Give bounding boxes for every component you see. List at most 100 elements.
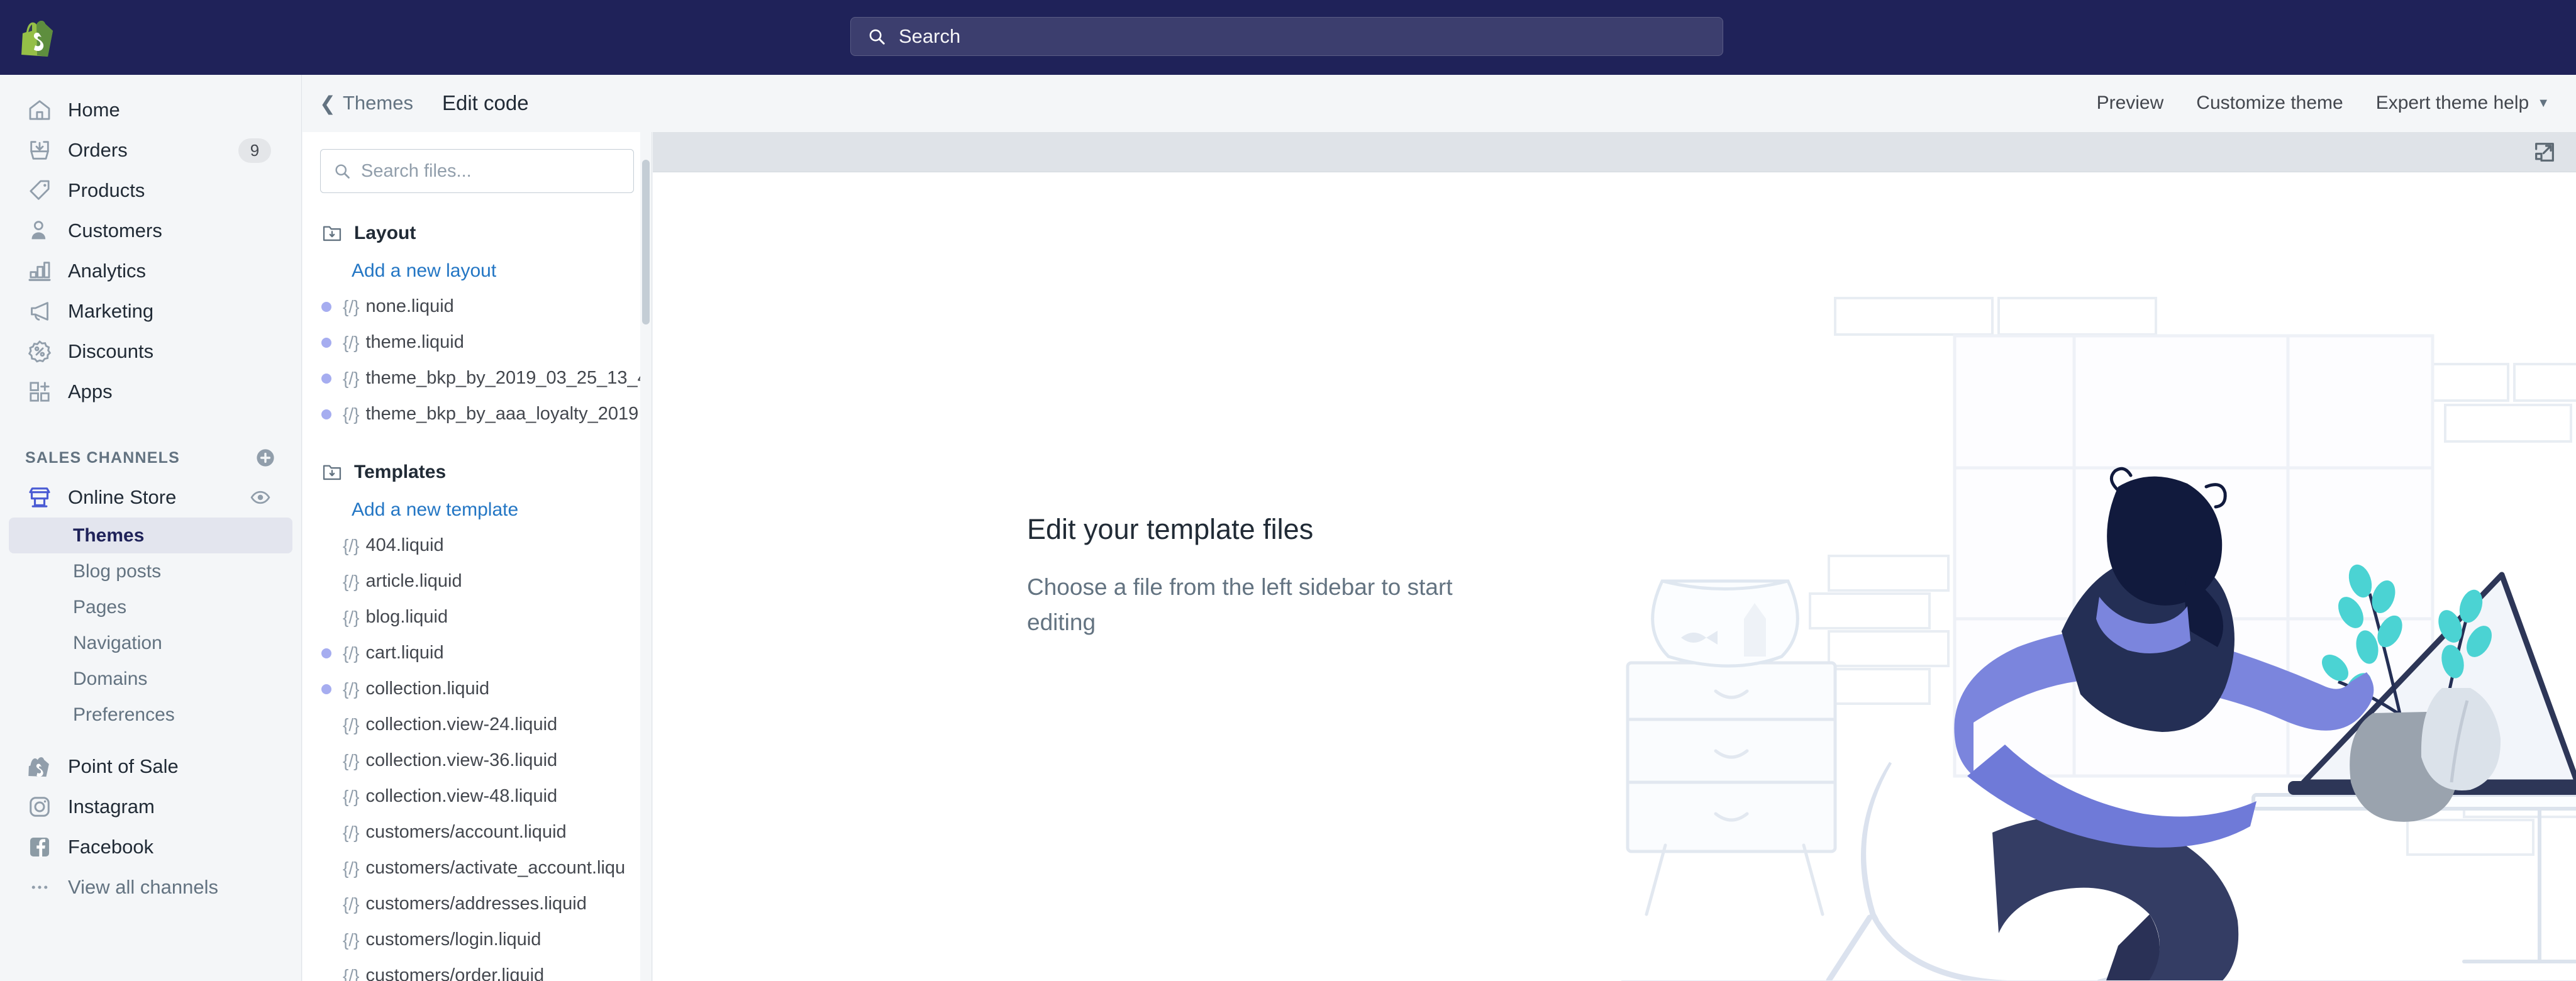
file-search-input[interactable]: Search files... <box>320 149 634 193</box>
chevron-left-icon: ❮ <box>319 92 336 114</box>
sidebar-item-facebook[interactable]: Facebook <box>9 827 292 867</box>
sidebar-item-point-of-sale[interactable]: Point of Sale <box>9 746 292 787</box>
file-row[interactable]: {/} customers/addresses.liquid <box>303 886 652 922</box>
folder-label: Layout <box>354 223 416 243</box>
sidebar-item-navigation[interactable]: Navigation <box>9 625 292 661</box>
modified-dot-icon <box>321 935 331 945</box>
modified-dot-icon <box>321 756 331 766</box>
file-row[interactable]: {/} customers/login.liquid <box>303 922 652 958</box>
percent-badge-icon <box>25 339 54 364</box>
sidebar-item-blog-posts[interactable]: Blog posts <box>9 553 292 589</box>
file-row[interactable]: {/} collection.view-36.liquid <box>303 743 652 779</box>
sales-channels-section-header: SALES CHANNELS <box>0 438 301 477</box>
file-name: collection.view-24.liquid <box>365 714 558 734</box>
shopify-bag-icon <box>21 20 53 57</box>
folder-layout[interactable]: Layout <box>303 214 652 253</box>
instagram-icon <box>25 795 54 819</box>
file-row[interactable]: {/} collection.view-24.liquid <box>303 707 652 743</box>
modified-dot-icon <box>321 899 331 909</box>
modified-dot-icon <box>321 373 331 384</box>
header-actions: Preview Customize theme Expert theme hel… <box>2097 92 2550 114</box>
liquid-file-icon: {/} <box>343 368 360 388</box>
file-row[interactable]: {/} article.liquid <box>303 563 652 599</box>
sidebar-item-view-all-channels[interactable]: View all channels <box>9 867 292 907</box>
chevron-down-icon: ▼ <box>2537 96 2550 110</box>
liquid-file-icon: {/} <box>343 929 360 950</box>
file-name: cart.liquid <box>365 643 444 663</box>
sidebar-item-label: Facebook <box>68 836 154 858</box>
sidebar-item-pages[interactable]: Pages <box>9 589 292 625</box>
file-row[interactable]: {/} theme_bkp_by_aaa_loyalty_2019 <box>303 396 652 432</box>
modified-dot-icon <box>321 720 331 730</box>
file-name: customers/addresses.liquid <box>365 894 587 914</box>
sidebar-item-products[interactable]: Products <box>9 170 292 211</box>
file-row[interactable]: {/} theme.liquid <box>303 324 652 360</box>
sidebar-subitem-label: Blog posts <box>73 560 162 582</box>
sidebar-subitem-label: Themes <box>73 524 145 546</box>
file-name: customers/account.liquid <box>365 822 567 842</box>
sidebar-item-discounts[interactable]: Discounts <box>9 331 292 372</box>
file-row[interactable]: {/} customers/account.liquid <box>303 814 652 850</box>
tag-icon <box>25 178 54 203</box>
liquid-file-icon: {/} <box>343 571 360 591</box>
eye-icon[interactable] <box>250 487 271 508</box>
breadcrumb-back-themes[interactable]: ❮ Themes <box>319 92 413 114</box>
plus-circle-icon[interactable] <box>255 447 276 468</box>
sidebar-item-home[interactable]: Home <box>9 90 292 130</box>
content-header: ❮ Themes Edit code Preview Customize the… <box>303 75 2576 131</box>
sidebar-item-orders[interactable]: Orders 9 <box>9 130 292 170</box>
liquid-file-icon: {/} <box>343 679 360 699</box>
file-row[interactable]: {/} customers/order.liquid <box>303 958 652 981</box>
customize-theme-button[interactable]: Customize theme <box>2196 92 2343 114</box>
file-row[interactable]: {/} collection.liquid <box>303 671 652 707</box>
file-pane-scrollbar[interactable] <box>640 132 652 981</box>
bar-chart-icon <box>25 258 54 284</box>
sidebar-item-label: Instagram <box>68 795 155 818</box>
sidebar-item-preferences[interactable]: Preferences <box>9 697 292 733</box>
file-name: customers/login.liquid <box>365 929 541 950</box>
sidebar-item-label: Orders <box>68 139 128 161</box>
add-new-template-link[interactable]: Add a new template <box>303 492 652 528</box>
sidebar-item-domains[interactable]: Domains <box>9 661 292 697</box>
sidebar-item-marketing[interactable]: Marketing <box>9 291 292 331</box>
file-row[interactable]: {/} cart.liquid <box>303 635 652 671</box>
sidebar-item-analytics[interactable]: Analytics <box>9 251 292 291</box>
sidebar-item-apps[interactable]: Apps <box>9 372 292 412</box>
file-row[interactable]: {/} 404.liquid <box>303 528 652 563</box>
empty-state-subtitle: Choose a file from the left sidebar to s… <box>1027 574 1453 635</box>
file-name: collection.view-48.liquid <box>365 786 558 806</box>
global-search-input[interactable]: Search <box>850 17 1723 56</box>
sidebar-item-themes[interactable]: Themes <box>9 518 292 553</box>
folder-templates[interactable]: Templates <box>303 453 652 492</box>
sidebar-item-instagram[interactable]: Instagram <box>9 787 292 827</box>
sidebar-item-label: View all channels <box>68 876 218 898</box>
folder-open-icon <box>321 224 343 243</box>
file-row[interactable]: {/} theme_bkp_by_2019_03_25_13_4 <box>303 360 652 396</box>
file-pane-scroll-thumb[interactable] <box>642 160 650 324</box>
liquid-file-icon: {/} <box>343 332 360 352</box>
shopify-pos-icon <box>25 755 54 779</box>
person-icon <box>25 218 54 243</box>
ellipsis-icon <box>25 876 54 899</box>
search-icon <box>335 164 350 179</box>
modified-dot-icon <box>321 541 331 551</box>
file-name: 404.liquid <box>365 535 444 555</box>
orders-inbox-icon <box>25 138 54 163</box>
expert-theme-help-dropdown[interactable]: Expert theme help ▼ <box>2376 92 2550 114</box>
shopify-logo[interactable] <box>0 18 75 57</box>
modified-dot-icon <box>321 301 331 312</box>
file-name: collection.liquid <box>365 679 490 699</box>
preview-button[interactable]: Preview <box>2097 92 2164 114</box>
liquid-file-icon: {/} <box>343 535 360 555</box>
file-name: theme_bkp_by_2019_03_25_13_4 <box>365 368 648 388</box>
expand-fullscreen-icon[interactable] <box>2531 138 2558 166</box>
file-row[interactable]: {/} collection.view-48.liquid <box>303 779 652 814</box>
sidebar-item-customers[interactable]: Customers <box>9 211 292 251</box>
sidebar-item-online-store[interactable]: Online Store <box>9 477 292 518</box>
file-row[interactable]: {/} blog.liquid <box>303 599 652 635</box>
editor-panel: Edit your template files Choose a file f… <box>653 132 2576 981</box>
file-tree-pane: Search files... Layout Add a new layout … <box>303 132 652 981</box>
file-row[interactable]: {/} none.liquid <box>303 289 652 324</box>
file-row[interactable]: {/} customers/activate_account.liqu <box>303 850 652 886</box>
add-new-layout-link[interactable]: Add a new layout <box>303 253 652 289</box>
